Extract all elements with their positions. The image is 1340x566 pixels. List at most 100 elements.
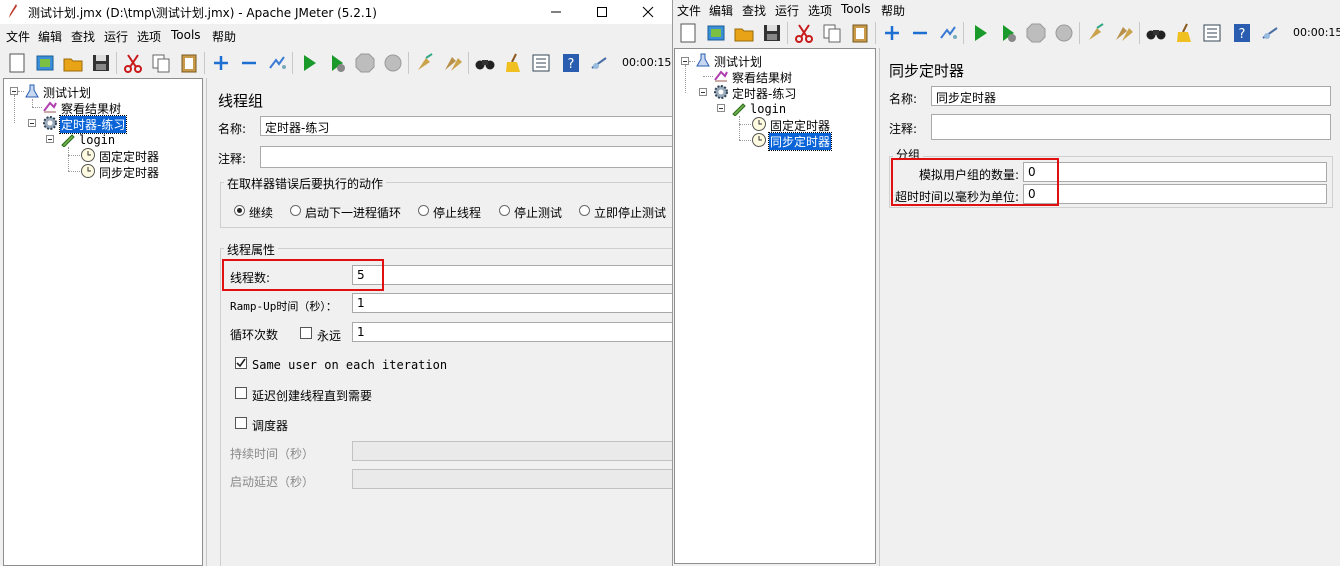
tree-toggle[interactable] [681,57,689,65]
menu-file[interactable]: 文件 [677,2,701,19]
title-bar[interactable]: 测试计划.jmx (D:\tmp\测试计划.jmx) - Apache JMet… [0,0,672,24]
templates-icon[interactable] [705,22,727,44]
menu-tools[interactable]: Tools [171,28,201,42]
svg-text:?: ? [1239,27,1246,42]
tree-toggle[interactable] [28,119,36,127]
users-count-input[interactable]: 0 [1023,162,1327,182]
minimize-button[interactable] [534,0,580,24]
shutdown-icon[interactable] [382,52,404,74]
start-icon[interactable] [298,52,320,74]
menu-file[interactable]: 文件 [6,28,30,45]
window-title: 测试计划.jmx (D:\tmp\测试计划.jmx) - Apache JMet… [28,6,377,20]
menu-options[interactable]: 选项 [808,2,832,19]
maximize-icon [597,7,607,17]
timeout-input[interactable]: 0 [1023,184,1327,204]
tree-line [685,65,686,93]
tree-line [32,99,33,107]
menu-run[interactable]: 运行 [775,2,799,19]
save-icon[interactable] [90,52,112,74]
remote-icon[interactable] [588,52,610,74]
splitter[interactable] [879,48,880,566]
toggle-icon[interactable] [937,22,959,44]
comment-input[interactable] [931,114,1331,140]
toggle-icon[interactable] [266,52,288,74]
function-helper-icon[interactable] [1201,22,1223,44]
timer-clock-icon [752,117,766,131]
cut-icon[interactable] [122,52,144,74]
sampler-pen-icon [732,103,746,116]
tree-line [68,171,80,172]
menu-help[interactable]: 帮助 [212,28,236,45]
menu-search[interactable]: 查找 [742,2,766,19]
name-input[interactable]: 定时器-练习 [260,116,672,136]
broom-icon[interactable] [1173,22,1195,44]
stop-icon[interactable] [1025,22,1047,44]
paste-icon[interactable] [178,52,200,74]
help-icon[interactable]: ? [1231,22,1253,44]
clear-all-icon[interactable] [1113,22,1135,44]
rampup-label: Ramp-Up时间（秒）： [230,300,337,313]
comment-input[interactable] [260,146,672,168]
radio-unselected [290,205,301,216]
test-plan-icon [696,53,710,67]
toolbar-separator [204,52,205,74]
templates-icon[interactable] [34,52,56,74]
close-button[interactable] [626,0,672,24]
start-icon[interactable] [969,22,991,44]
remote-icon[interactable] [1259,22,1281,44]
clear-icon[interactable] [414,52,436,74]
loop-count-input[interactable]: 1 [352,322,672,342]
search-binoculars-icon[interactable] [474,52,496,74]
copy-icon[interactable] [821,22,843,44]
test-plan-tree: 测试计划 察看结果树 定时器-练习 login 固定定时器 同步定时器 [3,78,203,566]
name-label: 名称: [889,92,918,106]
thread-count-input[interactable]: 5 [352,265,672,285]
menu-tools[interactable]: Tools [841,2,871,16]
collapse-all-icon[interactable] [238,52,260,74]
name-input[interactable]: 同步定时器 [931,86,1331,106]
expand-all-icon[interactable] [210,52,232,74]
shutdown-icon[interactable] [1053,22,1075,44]
name-label: 名称: [218,122,247,136]
stop-icon[interactable] [354,52,376,74]
tree-toggle[interactable] [10,87,18,95]
paste-icon[interactable] [849,22,871,44]
thread-group-gear-icon [714,85,728,99]
duration-input[interactable] [352,441,672,461]
startup-delay-input[interactable] [352,469,672,489]
rampup-input[interactable]: 1 [352,293,672,313]
new-icon[interactable] [6,52,28,74]
menu-edit[interactable]: 编辑 [709,2,733,19]
cut-icon[interactable] [793,22,815,44]
menu-search[interactable]: 查找 [71,28,95,45]
start-no-pauses-icon[interactable] [326,52,348,74]
menu-run[interactable]: 运行 [104,28,128,45]
menu-options[interactable]: 选项 [137,28,161,45]
save-icon[interactable] [761,22,783,44]
splitter[interactable] [206,78,207,566]
new-icon[interactable] [677,22,699,44]
toolbar-separator [408,52,409,74]
function-helper-icon[interactable] [530,52,552,74]
collapse-all-icon[interactable] [909,22,931,44]
clear-all-icon[interactable] [442,52,464,74]
open-icon[interactable] [62,52,84,74]
tree-line [703,76,713,77]
tree-toggle[interactable] [46,135,54,143]
radio-unselected [499,205,510,216]
search-binoculars-icon[interactable] [1145,22,1167,44]
expand-all-icon[interactable] [881,22,903,44]
help-icon[interactable]: ? [560,52,582,74]
tree-toggle[interactable] [717,104,725,112]
copy-icon[interactable] [150,52,172,74]
tree-toggle[interactable] [699,88,707,96]
clear-icon[interactable] [1085,22,1107,44]
open-icon[interactable] [733,22,755,44]
menu-edit[interactable]: 编辑 [38,28,62,45]
radio-unselected [579,205,590,216]
broom-icon[interactable] [502,52,524,74]
timer-clock-icon [81,148,95,162]
start-no-pauses-icon[interactable] [997,22,1019,44]
maximize-button[interactable] [580,0,626,24]
menu-help[interactable]: 帮助 [881,2,905,19]
